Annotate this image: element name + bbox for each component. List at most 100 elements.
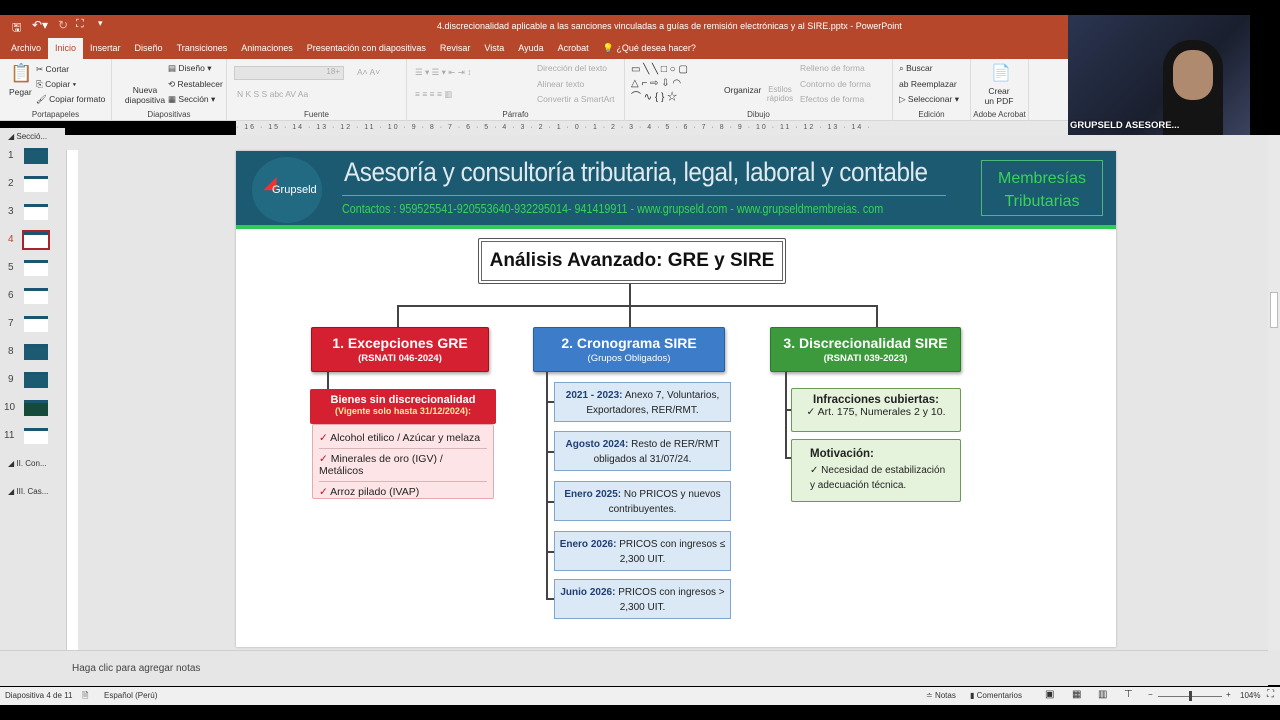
list-item: ✓ Minerales de oro (IGV) / Metálicos <box>319 449 487 482</box>
fit-to-window-icon[interactable]: ⛶ <box>1267 689 1274 700</box>
select-button[interactable]: ▷ Seleccionar ▾ <box>899 94 959 105</box>
scrollbar-thumb[interactable] <box>1270 292 1278 328</box>
copy-button[interactable]: ⎘ Copiar ▾ <box>36 79 76 90</box>
spellcheck-icon[interactable]: 🗎 <box>82 690 88 704</box>
thumbnail-slide-9[interactable]: 9 <box>0 372 65 392</box>
group-label: Adobe Acrobat <box>973 110 1026 119</box>
slide-number: 9 <box>8 374 14 385</box>
slide-indicator: Diapositiva 4 de 11 <box>5 691 73 700</box>
grow-font-icon[interactable]: A˄ A˅ <box>357 67 380 77</box>
layout-button[interactable]: ▤ Diseño ▾ <box>168 63 212 74</box>
notes-placeholder[interactable]: Haga clic para agregar notas <box>72 663 200 674</box>
list-item: ✓ Alcohol etilico / Azúcar y melaza <box>319 430 487 449</box>
banner-divider <box>342 195 946 196</box>
smartart-button[interactable]: Convertir a SmartArt <box>537 94 614 104</box>
thumbnail-slide-6[interactable]: 6 <box>0 288 65 308</box>
zoom-level[interactable]: 104% <box>1240 691 1260 700</box>
thumbnail-slide-2[interactable]: 2 <box>0 176 65 196</box>
slide-number: 10 <box>4 402 16 413</box>
col3-header: 3. Discrecionalidad SIRE (RSNATI 039-202… <box>770 327 961 372</box>
section-button[interactable]: ▦ Sección ▾ <box>168 94 215 105</box>
customize-qat-icon[interactable]: ▾ <box>98 18 103 29</box>
undo-icon[interactable]: ↶▾ <box>32 18 48 32</box>
slide-preview <box>24 176 48 192</box>
shape-outline-button[interactable]: Contorno de forma <box>800 79 871 89</box>
group-label: Dibujo <box>747 110 770 119</box>
tab-vista[interactable]: Vista <box>477 38 511 59</box>
cut-button[interactable]: ✂ Cortar <box>36 64 69 75</box>
thumbnail-slide-7[interactable]: 7 <box>0 316 65 336</box>
section-label: II. Con... <box>16 459 47 468</box>
comments-toggle[interactable]: ▮ Comentarios <box>970 691 1022 700</box>
shape-fill-button[interactable]: Relleno de forma <box>800 63 865 73</box>
section-header-3[interactable]: ◢ III. Cas... <box>8 487 48 496</box>
save-icon[interactable]: 🖫 <box>12 19 21 38</box>
arrange-button[interactable]: Organizar <box>724 85 761 95</box>
timeline-item: Enero 2026: PRICOS con ingresos ≤ 2,300 … <box>554 531 731 571</box>
tab-presentacion[interactable]: Presentación con diapositivas <box>300 38 433 59</box>
font-size-select[interactable]: 18+ <box>234 66 344 80</box>
slide-number: 4 <box>8 234 14 245</box>
thumbnail-slide-11[interactable]: 11 <box>0 428 65 448</box>
thumbnail-slide-4[interactable]: 4 <box>0 230 65 252</box>
align-icons[interactable]: ≡ ≡ ≡ ≡ ▥ <box>415 89 452 100</box>
tab-diseno[interactable]: Diseño <box>128 38 170 59</box>
zoom-slider-thumb[interactable] <box>1189 691 1192 701</box>
reading-view-icon[interactable]: ▥ <box>1098 689 1107 700</box>
col1-subheader: Bienes sin discrecionalidad (Vigente sol… <box>310 389 496 424</box>
thumbnail-slide-8[interactable]: 8 <box>0 344 65 364</box>
language-indicator[interactable]: Español (Perú) <box>104 691 157 700</box>
thumbnail-slide-5[interactable]: 5 <box>0 260 65 280</box>
tell-me-search[interactable]: 💡 ¿Qué desea hacer? <box>596 38 703 59</box>
thumbnail-slide-1[interactable]: 1 <box>0 148 65 168</box>
format-painter-button[interactable]: 🖌 Copiar formato <box>36 94 105 105</box>
replace-button[interactable]: ab Reemplazar <box>899 79 957 89</box>
section-header-1[interactable]: ◢ Secció... <box>8 132 47 141</box>
new-slide-button[interactable]: Nueva diapositiva <box>120 85 170 105</box>
reset-label: Restablecer <box>177 79 223 89</box>
slide-sorter-icon[interactable]: ▦ <box>1072 689 1081 700</box>
redo-icon[interactable]: ↻ <box>58 18 68 32</box>
tab-inicio[interactable]: Inicio <box>48 38 84 59</box>
tab-revisar[interactable]: Revisar <box>433 38 478 59</box>
align-text-button[interactable]: Alinear texto <box>537 79 584 89</box>
tab-ayuda[interactable]: Ayuda <box>511 38 550 59</box>
ribbon-tabs: Archivo Inicio Insertar Diseño Transicio… <box>0 38 1068 59</box>
normal-view-icon[interactable]: ▣ <box>1045 689 1054 700</box>
check-icon: ✓ <box>319 486 328 498</box>
slide-number: 7 <box>8 318 14 329</box>
main-title: Análisis Avanzado: GRE y SIRE <box>478 238 786 284</box>
group-fuente: 18+ A˄ A˅ N K S S abc AV Aa Fuente <box>227 59 407 121</box>
slide-canvas[interactable]: ◢ Grupseld Asesoría y consultoría tribut… <box>236 151 1116 647</box>
tab-transiciones[interactable]: Transiciones <box>170 38 235 59</box>
section-header-2[interactable]: ◢ II. Con... <box>8 459 47 468</box>
shape-effects-button[interactable]: Efectos de forma <box>800 94 864 104</box>
timeline-item: Junio 2026: PRICOS con ingresos > 2,300 … <box>554 579 731 619</box>
text-direction-button[interactable]: Dirección del texto <box>537 63 607 73</box>
list-icons[interactable]: ☰ ▾ ☰ ▾ ⇤ ⇥ ↕ <box>415 67 471 78</box>
connector <box>629 305 631 327</box>
zoom-out-button[interactable]: − <box>1148 690 1153 699</box>
shapes-gallery[interactable]: ▭ ╲ ╲ □ ○ ▢ △ ⌐ ⇨ ⇩ ◠ ⌒ ∿ { } ☆ <box>631 63 716 105</box>
paste-button[interactable]: Pegar <box>9 87 32 97</box>
reset-button[interactable]: ⟲ Restablecer <box>168 79 223 90</box>
vertical-scrollbar[interactable] <box>1268 135 1280 650</box>
tab-animaciones[interactable]: Animaciones <box>234 38 300 59</box>
notes-toggle[interactable]: ≐ Notas <box>926 691 956 700</box>
slide-number: 6 <box>8 290 14 301</box>
thumbnail-slide-3[interactable]: 3 <box>0 204 65 224</box>
zoom-in-button[interactable]: + <box>1226 690 1231 699</box>
quick-styles-button[interactable]: Estilos rápidos <box>765 85 795 103</box>
thumbnail-slide-10[interactable]: 10 <box>0 400 65 420</box>
start-presentation-icon[interactable]: ⛶ <box>76 18 84 31</box>
create-pdf-button[interactable]: Crear un PDF <box>983 86 1015 106</box>
slideshow-icon[interactable]: ⊤ <box>1124 689 1133 700</box>
group-label: Edición <box>918 110 945 119</box>
slide-thumbnails-pane: ◢ Secció... 1 2 3 4 5 6 7 8 9 10 11 ◢ II… <box>0 128 65 650</box>
tab-acrobat[interactable]: Acrobat <box>551 38 596 59</box>
font-styles[interactable]: N K S S abc AV Aa <box>237 89 308 99</box>
tab-insertar[interactable]: Insertar <box>83 38 128 59</box>
tab-archivo[interactable]: Archivo <box>4 38 48 59</box>
find-button[interactable]: ⌕ Buscar <box>899 63 933 74</box>
notes-pane[interactable]: Haga clic para agregar notas <box>0 650 1268 686</box>
